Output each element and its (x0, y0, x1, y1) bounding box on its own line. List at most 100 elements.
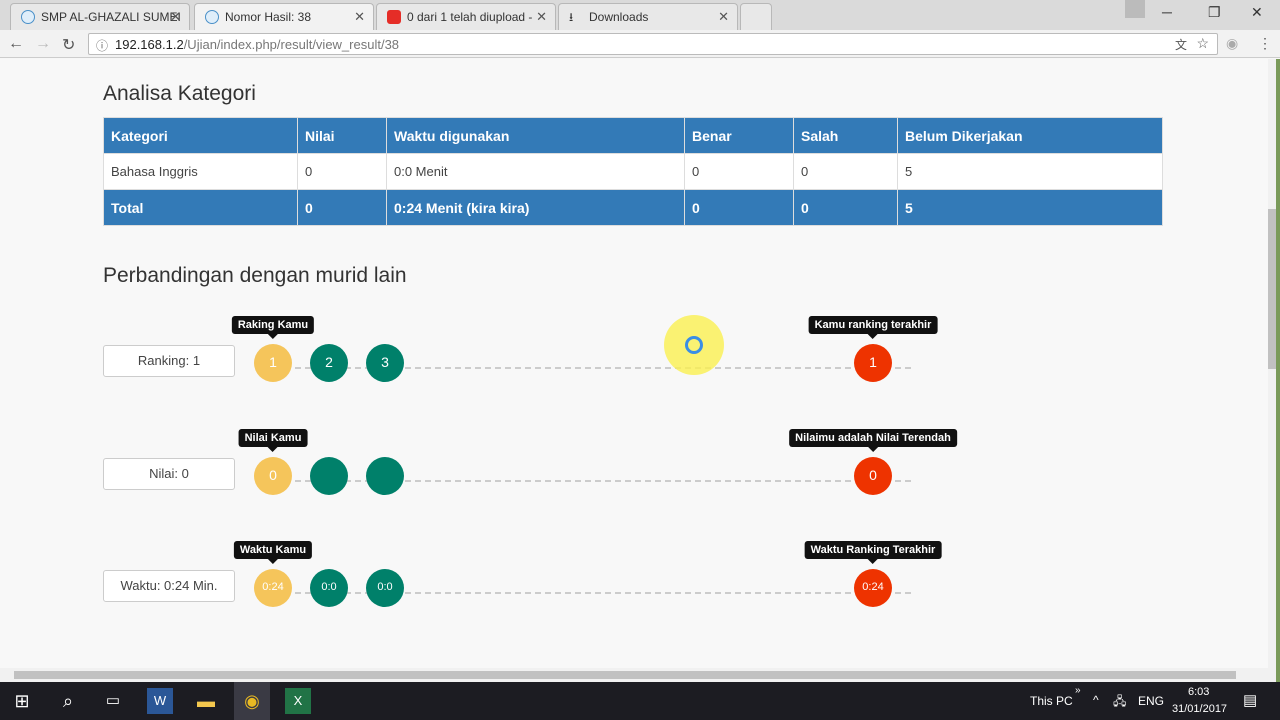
waktu-dot-you[interactable]: 0:24 (254, 569, 292, 607)
timeline (255, 480, 911, 482)
profile-icon[interactable] (1125, 0, 1145, 18)
menu-icon[interactable]: ⋮ (1258, 35, 1272, 52)
clock-date[interactable]: 31/01/2017 (1172, 703, 1227, 715)
site-icon (21, 10, 35, 24)
task-view-icon[interactable]: ▭ (100, 688, 126, 714)
perbandingan-title: Perbandingan dengan murid lain (103, 264, 407, 287)
close-tab-icon[interactable]: ✕ (354, 9, 365, 25)
cell: 0 (684, 153, 794, 190)
cell: 0 (793, 153, 898, 190)
bookmark-star-icon[interactable]: ☆ (1196, 35, 1209, 52)
vertical-scrollbar[interactable] (1268, 59, 1276, 668)
chrome-icon[interactable]: ◉ (234, 682, 270, 720)
rank-dot-you[interactable]: 1 (254, 344, 292, 382)
excel-icon[interactable]: X (285, 688, 311, 714)
back-icon[interactable]: ← (8, 35, 24, 53)
ranking-label: Ranking: 1 (103, 345, 235, 377)
download-icon: ⭳ (569, 10, 574, 24)
nilai-dot-you[interactable]: 0 (254, 457, 292, 495)
col-belum: Belum Dikerjakan (897, 117, 1163, 154)
file-explorer-icon[interactable]: ▬ (193, 688, 219, 714)
col-benar: Benar (684, 117, 794, 154)
this-pc-label[interactable]: This PC (1030, 694, 1073, 708)
tab-title: 0 dari 1 telah diupload - (407, 10, 533, 24)
rank-dot[interactable]: 2 (310, 344, 348, 382)
notifications-icon[interactable]: ▤ (1243, 691, 1257, 709)
horizontal-scrollbar[interactable] (0, 668, 1276, 682)
cell: 0:0 Menit (386, 153, 685, 190)
analisa-title: Analisa Kategori (103, 82, 256, 105)
clock-time[interactable]: 6:03 (1188, 686, 1209, 698)
cell: 0 (297, 189, 387, 226)
youtube-icon (387, 10, 401, 24)
translate-icon[interactable]: ⽂ (1175, 36, 1187, 53)
cell: 0 (297, 153, 387, 190)
rank-dot[interactable]: 3 (366, 344, 404, 382)
rank-dot-last[interactable]: 1 (854, 344, 892, 382)
tab-nomor-hasil[interactable]: Nomor Hasil: 38 ✕ (194, 3, 374, 30)
address-bar: ← → ↻ ⓘ 192.168.1.2/Ujian/index.php/resul… (0, 30, 1280, 58)
cell: 0 (793, 189, 898, 226)
maximize-button[interactable]: ❐ (1208, 4, 1221, 21)
tab-title: Downloads (589, 10, 649, 24)
extension-icon[interactable]: ◉ (1226, 35, 1238, 52)
scroll-thumb[interactable] (14, 671, 1236, 679)
new-tab-button[interactable] (740, 3, 772, 30)
table-header: Kategori Nilai Waktu digunakan Benar Sal… (103, 117, 1163, 154)
cell: 0 (684, 189, 794, 226)
tab-downloads[interactable]: ⭳ Downloads ✕ (558, 3, 738, 30)
cell: 5 (897, 153, 1163, 190)
tooltip-you: Waktu Kamu (233, 541, 313, 564)
cell: Total (103, 189, 298, 226)
word-icon[interactable]: W (147, 688, 173, 714)
col-kategori: Kategori (103, 117, 298, 154)
cursor-highlight (664, 315, 724, 375)
tray-chevron-icon[interactable]: ^ (1093, 693, 1099, 707)
desktop-background (1276, 59, 1280, 682)
tab-title: Nomor Hasil: 38 (225, 10, 312, 24)
total-row: Total 0 0:24 Menit (kira kira) 0 0 5 (103, 189, 1163, 226)
forward-icon[interactable]: → (35, 35, 51, 53)
col-salah: Salah (793, 117, 898, 154)
toolbar-expand-icon[interactable]: » (1075, 685, 1081, 696)
nilai-label: Nilai: 0 (103, 458, 235, 490)
tooltip-last: Kamu ranking terakhir (808, 316, 938, 339)
network-icon[interactable]: 🖧 (1113, 692, 1126, 713)
col-waktu: Waktu digunakan (386, 117, 685, 154)
cell: Bahasa Inggris (103, 153, 298, 190)
nilai-dot[interactable] (366, 457, 404, 495)
site-icon (205, 10, 219, 24)
close-tab-icon[interactable]: ✕ (718, 9, 729, 25)
tab-smp[interactable]: SMP AL-GHAZALI SUMEI ✕ (10, 3, 190, 30)
close-tab-icon[interactable]: ✕ (170, 9, 181, 25)
cell: 5 (897, 189, 1163, 226)
windows-start-icon[interactable]: ⊞ (9, 688, 35, 714)
col-nilai: Nilai (297, 117, 387, 154)
tab-upload[interactable]: 0 dari 1 telah diupload - ✕ (376, 3, 556, 30)
waktu-dot[interactable]: 0:0 (366, 569, 404, 607)
tab-bar: SMP AL-GHAZALI SUMEI ✕ Nomor Hasil: 38 ✕ 0… (0, 0, 1280, 30)
waktu-dot-last[interactable]: 0:24 (854, 569, 892, 607)
taskbar: ⊞ ⌕ ▭ W ▬ ◉ X This PC » ^ 🖧 ENG 6:03 31/… (0, 682, 1280, 720)
nilai-dot-last[interactable]: 0 (854, 457, 892, 495)
timeline (255, 592, 911, 594)
minimize-button[interactable]: ─ (1162, 4, 1172, 20)
waktu-label: Waktu: 0:24 Min. (103, 570, 235, 602)
reload-icon[interactable]: ↻ (62, 35, 75, 55)
close-window-button[interactable]: ✕ (1251, 4, 1263, 21)
cell: 0:24 Menit (kira kira) (386, 189, 685, 226)
language-indicator[interactable]: ENG (1138, 694, 1164, 708)
scroll-thumb[interactable] (1268, 209, 1276, 369)
tooltip-you: Raking Kamu (231, 316, 315, 339)
tooltip-last: Nilaimu adalah Nilai Terendah (789, 429, 957, 452)
close-tab-icon[interactable]: ✕ (536, 9, 547, 25)
nilai-dot[interactable] (310, 457, 348, 495)
info-icon: ⓘ (96, 39, 109, 53)
page-content: Analisa Kategori Kategori Nilai Waktu di… (0, 59, 1268, 668)
timeline (255, 367, 911, 369)
url-input[interactable]: ⓘ 192.168.1.2/Ujian/index.php/result/view… (88, 33, 1218, 55)
search-icon[interactable]: ⌕ (55, 688, 81, 714)
url-host: 192.168.1.2 (115, 37, 184, 52)
tab-title: SMP AL-GHAZALI SUMEI (41, 10, 181, 24)
waktu-dot[interactable]: 0:0 (310, 569, 348, 607)
